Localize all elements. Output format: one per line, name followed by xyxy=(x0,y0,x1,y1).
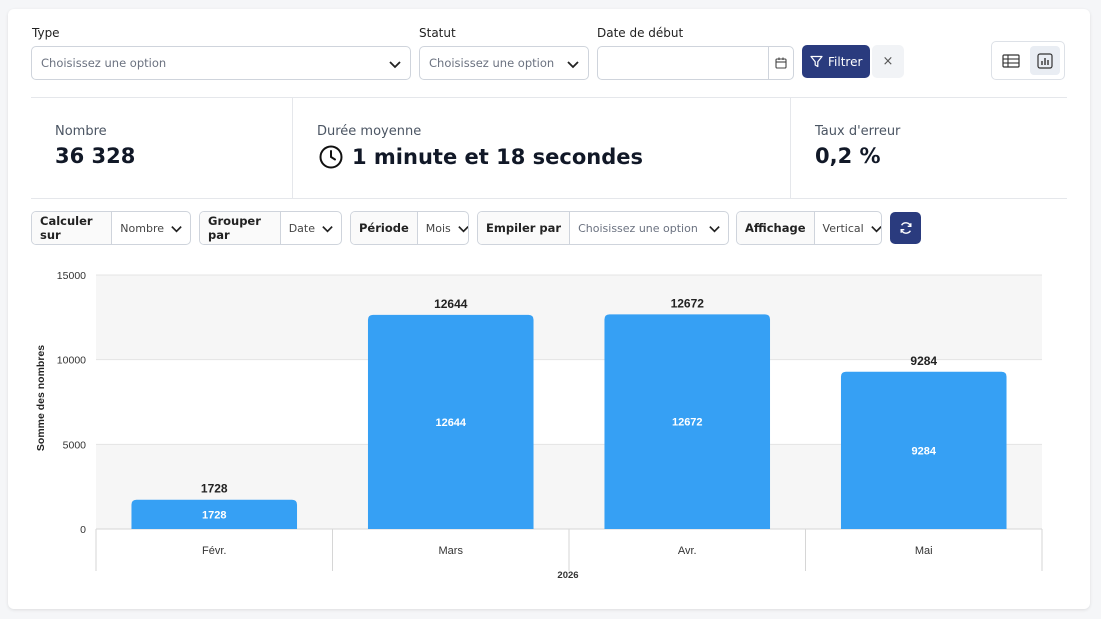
x-tick-label: Avr. xyxy=(678,545,697,557)
y-tick-label: 15000 xyxy=(57,270,86,282)
data-label-above: 9284 xyxy=(910,354,937,368)
x-axis-label: 2026 xyxy=(557,570,578,581)
y-axis-label: Somme des nombres xyxy=(35,345,47,451)
data-label-above: 12644 xyxy=(434,297,468,311)
data-label-above: 1728 xyxy=(201,482,228,496)
data-label-inside: 1728 xyxy=(202,509,226,521)
x-tick-label: Mai xyxy=(915,545,933,557)
x-tick-label: Mars xyxy=(439,545,464,557)
data-label-inside: 12644 xyxy=(435,417,466,429)
y-tick-label: 0 xyxy=(80,524,86,536)
grid-band xyxy=(96,275,1042,360)
data-label-inside: 9284 xyxy=(912,445,937,457)
data-label-inside: 12672 xyxy=(672,417,703,429)
data-label-above: 12672 xyxy=(671,296,705,310)
y-tick-label: 5000 xyxy=(63,439,87,451)
y-tick-label: 10000 xyxy=(57,355,86,367)
x-tick-label: Févr. xyxy=(202,545,226,557)
bar-chart: 0 5000 10000 15000 1728 1728 12644 12644 12672 1… xyxy=(35,270,1043,581)
